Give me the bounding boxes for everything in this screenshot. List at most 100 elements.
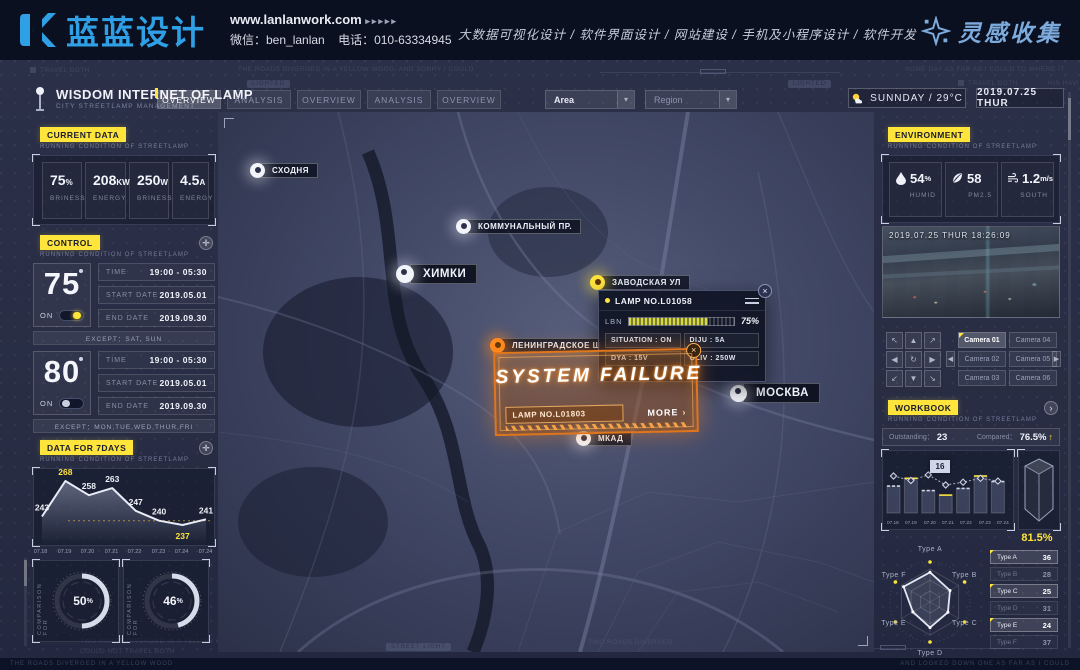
camera-03-button[interactable]: Camera 03 — [958, 370, 1006, 386]
add-control-button[interactable]: ✛ — [199, 236, 213, 250]
power-toggle-2[interactable] — [59, 398, 84, 409]
city-map[interactable]: СХОДНЯ КОММУНАЛЬНЫЙ ПР. ХИМКИ ЗАВОДСКАЯ … — [218, 112, 874, 652]
pan-down-left-button[interactable]: ↙ — [886, 370, 903, 387]
radar-label-a: Type A — [880, 546, 980, 553]
lamp-pin[interactable] — [456, 219, 471, 234]
pan-down-right-button[interactable]: ↘ — [924, 370, 941, 387]
power-toggle-1[interactable] — [59, 310, 84, 321]
alert-lamp-id: LAMP NO.L01803 — [505, 404, 623, 423]
radar-label-c: Type C — [952, 620, 977, 627]
workbook-more-button[interactable]: › — [1044, 401, 1058, 415]
pan-left-button[interactable]: ◀ — [886, 351, 903, 368]
reset-view-button[interactable]: ↻ — [905, 351, 922, 368]
lamp-pin[interactable] — [730, 385, 747, 402]
camera-01-button[interactable]: Camera 01 — [958, 332, 1006, 348]
right-scrollbar[interactable] — [1068, 92, 1071, 648]
more-button[interactable]: MORE› — [647, 403, 686, 421]
pan-up-left-button[interactable]: ↖ — [886, 332, 903, 349]
control-subtitle: RUNNING CONDITION OF STREETLAMP — [40, 252, 189, 258]
lamp-pin[interactable] — [396, 265, 414, 283]
left-mini-scrollbar[interactable] — [24, 558, 27, 646]
weather-widget: SUNNDAY / 29°C — [848, 88, 966, 108]
env-humid: 54% HUMID — [889, 162, 942, 217]
camera-dpad: ↖ ▲ ↗ ◀ ↻ ▶ ↙ ▼ ↘ — [886, 332, 941, 387]
bottom-bar-left-text: THE ROADS DIVERGED IN A YELLOW WOOD — [10, 661, 173, 667]
svg-text:243: 243 — [35, 503, 49, 513]
tab-overview-2[interactable]: OVERVIEW — [297, 90, 361, 109]
tab-overview-1[interactable]: OVERVIEW — [157, 90, 221, 109]
svg-text:258: 258 — [82, 481, 96, 491]
map-label-khimki: ХИМКИ — [396, 264, 477, 284]
lbn-label: LBN — [605, 317, 623, 326]
comparison-gauge-2: COMPARISON FOR 46% — [123, 560, 209, 642]
end-date-row-2: END DATE2019.09.30 — [98, 397, 215, 415]
camera-06-button[interactable]: Camera 06 — [1009, 370, 1057, 386]
tab-overview-3[interactable]: OVERVIEW — [437, 90, 501, 109]
streetlamp-icon — [32, 86, 48, 112]
brand-logo: 蓝蓝设计 — [18, 6, 206, 54]
decor-poem-top3: HIS HAVING PERHAPS THE BETTER CLAIM, BEC… — [1048, 80, 1078, 87]
brand-logo-text: 蓝蓝设计 — [66, 6, 206, 54]
workbook-side-percent: 81.5% — [1014, 532, 1060, 544]
pan-down-button[interactable]: ▼ — [905, 370, 922, 387]
decor-street-light-chip: STREET LIGHT — [386, 643, 451, 651]
env-wind: 1.2m/s SOUTH — [1001, 162, 1054, 217]
pan-up-right-button[interactable]: ↗ — [924, 332, 941, 349]
stat-energy-kw: 208KW ENERGY — [85, 162, 126, 219]
tab-analysis-2[interactable]: ANALYSIS — [367, 90, 431, 109]
except-bar-1: EXCEPT：SAT, SUN — [33, 331, 215, 345]
area-select[interactable]: Area ▾ — [545, 90, 635, 109]
except-bar-2: EXCEPT：MON,TUE,WED,THUR,FRI — [33, 419, 215, 433]
decor-lighted-chip: LIGHTED — [247, 80, 290, 88]
bottom-bar-right-text: AND LOOKED DOWN ONE AS FAR AS I COULD — [900, 661, 1070, 667]
decor-poem-top: THE ROADS DIVERGED IN A YELLOW WOOD, AND… — [238, 66, 474, 73]
svg-text:263: 263 — [105, 474, 119, 484]
arrow-up-icon: ↑ — [1049, 432, 1054, 442]
map-label-moskva: МОСКВА — [730, 383, 820, 403]
chevron-down-icon[interactable]: ▾ — [719, 91, 736, 108]
stat-briness-w: 250W BRINESS — [129, 162, 169, 219]
camera-04-button[interactable]: Camera 04 — [1009, 332, 1057, 348]
decor-poem-top2: SOME DAY AS FAR AS I COULD TO WHERE IT — [905, 66, 1065, 73]
control-title: CONTROL — [40, 235, 100, 250]
env-pm25: 58 PM2.5 — [945, 162, 998, 217]
radar-label-d: Type D — [880, 650, 980, 657]
popup-lamp-title: LAMP NO.L01058 — [615, 296, 745, 306]
type-row-e[interactable]: Type E24 — [990, 618, 1058, 632]
system-failure-alert: × SYSTEM FAILURE LAMP NO.L01803 MORE› — [493, 348, 699, 436]
lamp-pin[interactable] — [250, 163, 265, 178]
type-row-c[interactable]: Type C25 — [990, 584, 1058, 598]
date-text: 2019.07.25 THUR — [977, 87, 1063, 109]
type-row-a[interactable]: Type A36 — [990, 550, 1058, 564]
camera-05-button[interactable]: Camera 05 — [1009, 351, 1057, 367]
camera-next-button[interactable]: ▶ — [1052, 351, 1061, 367]
type-row-d[interactable]: Type D31 — [990, 601, 1058, 615]
camera-prev-button[interactable]: ◀ — [946, 351, 955, 367]
workbook-subtitle: RUNNING CONDITION OF STREETLAMP — [888, 417, 1037, 423]
lbn-value: 75% — [741, 316, 759, 326]
add-data7-button[interactable]: ✛ — [199, 441, 213, 455]
radar-chart — [880, 556, 980, 648]
lamp-pin-failure[interactable] — [490, 338, 505, 353]
bar-tooltip: 16 — [930, 460, 950, 473]
data7-subtitle: RUNNING CONDITION OF STREETLAMP — [40, 457, 189, 463]
pan-up-button[interactable]: ▲ — [905, 332, 922, 349]
chevron-down-icon[interactable]: ▾ — [617, 91, 634, 108]
spark-star-icon — [921, 16, 951, 46]
sliders-icon[interactable] — [745, 296, 759, 306]
map-label-kommunalny: КОММУНАЛЬНЫЙ ПР. — [456, 219, 581, 234]
environment-subtitle: RUNNING CONDITION OF STREETLAMP — [888, 144, 1037, 150]
lamp-pin-warning[interactable] — [590, 275, 605, 290]
lbn-progress — [628, 317, 735, 326]
map-corner — [224, 118, 234, 128]
close-icon[interactable]: × — [758, 284, 772, 298]
type-row-b[interactable]: Type B28 — [990, 567, 1058, 581]
tab-analysis-1[interactable]: ANALYSIS — [227, 90, 291, 109]
camera-02-button[interactable]: Camera 02 — [958, 351, 1006, 367]
type-row-f[interactable]: Type F37 — [990, 635, 1058, 649]
region-select[interactable]: Region ▾ — [645, 90, 737, 109]
svg-text:237: 237 — [176, 531, 190, 541]
pan-right-button[interactable]: ▶ — [924, 351, 941, 368]
brand-services: 大数据可视化设计 / 软件界面设计 / 网站建设 / 手机及小程序设计 / 软件… — [458, 24, 917, 43]
camera-feed[interactable]: 2019.07.25 THUR 18:26:09 — [882, 226, 1060, 318]
